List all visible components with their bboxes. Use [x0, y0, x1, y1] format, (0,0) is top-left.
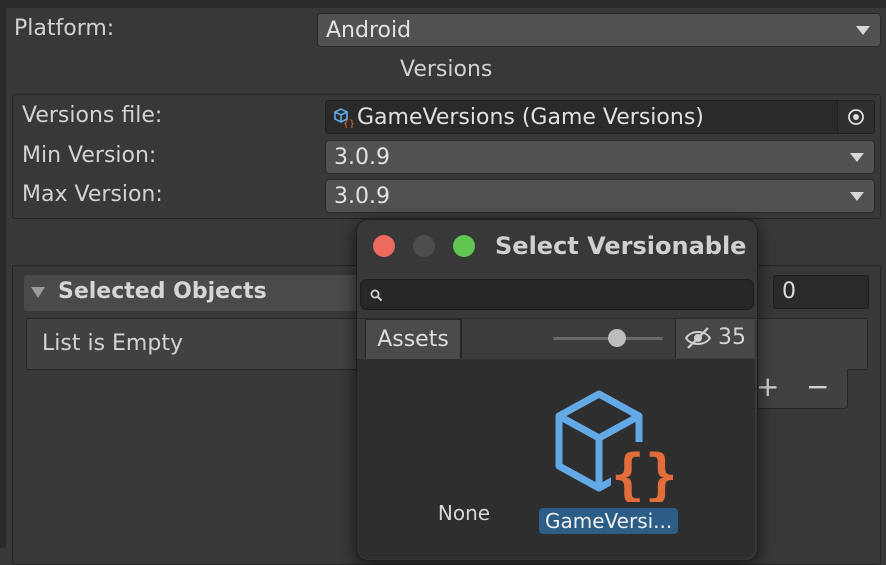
min-version-value: 3.0.9 [334, 144, 390, 170]
asset-item-none[interactable]: None [409, 500, 519, 526]
minimize-window-button[interactable] [413, 235, 435, 257]
versions-file-label: Versions file: [22, 103, 163, 128]
eye-hidden-icon [684, 327, 712, 349]
max-version-dropdown[interactable]: 3.0.9 [325, 179, 875, 213]
array-size-field[interactable]: 0 [773, 275, 869, 309]
asset-item-label: None [437, 501, 491, 525]
select-versionable-window: Select Versionable Assets 35 None {} Gam… [356, 219, 758, 561]
chevron-down-icon [850, 153, 864, 162]
versions-file-field[interactable]: {} GameVersions (Game Versions) [325, 100, 875, 134]
tab-divider [461, 319, 462, 358]
versions-heading: Versions [400, 57, 493, 82]
foldout-triangle-icon[interactable] [30, 284, 46, 300]
platform-value: Android [326, 17, 412, 43]
tab-assets[interactable]: Assets [365, 319, 461, 359]
selected-objects-title: Selected Objects [58, 279, 267, 304]
remove-item-button[interactable]: − [806, 370, 829, 404]
versions-file-value: GameVersions (Game Versions) [357, 104, 704, 130]
max-version-label: Max Version: [22, 182, 163, 207]
asset-item-label: GameVersi... [539, 508, 679, 534]
add-item-button[interactable]: + [756, 370, 779, 404]
asset-item-game-versions[interactable]: {} GameVersi... [537, 368, 679, 538]
window-top-strip [0, 0, 886, 8]
target-icon [848, 109, 864, 125]
svg-text:{}: {} [611, 443, 673, 502]
zoom-slider-thumb[interactable] [607, 329, 626, 347]
hidden-count: 35 [718, 325, 746, 350]
close-window-button[interactable] [373, 235, 395, 257]
min-version-label: Min Version: [22, 143, 157, 168]
search-input[interactable] [360, 279, 754, 310]
platform-dropdown[interactable]: Android [317, 13, 881, 47]
list-empty-text: List is Empty [42, 331, 183, 356]
object-picker-button[interactable] [837, 101, 874, 133]
chevron-down-icon [856, 26, 870, 35]
zoom-window-button[interactable] [453, 235, 475, 257]
chevron-down-icon [850, 192, 864, 201]
game-versions-icon: {} [332, 106, 355, 130]
popup-title: Select Versionable [495, 232, 747, 260]
min-version-dropdown[interactable]: 3.0.9 [325, 140, 875, 174]
hidden-packages-toggle[interactable]: 35 [675, 319, 755, 358]
max-version-value: 3.0.9 [334, 183, 390, 209]
list-body-right [756, 318, 868, 370]
svg-text:{}: {} [343, 119, 354, 128]
search-icon [370, 289, 383, 302]
left-edge-strip [0, 8, 6, 548]
versionable-asset-icon: {} [555, 390, 673, 502]
platform-label: Platform: [14, 16, 115, 41]
